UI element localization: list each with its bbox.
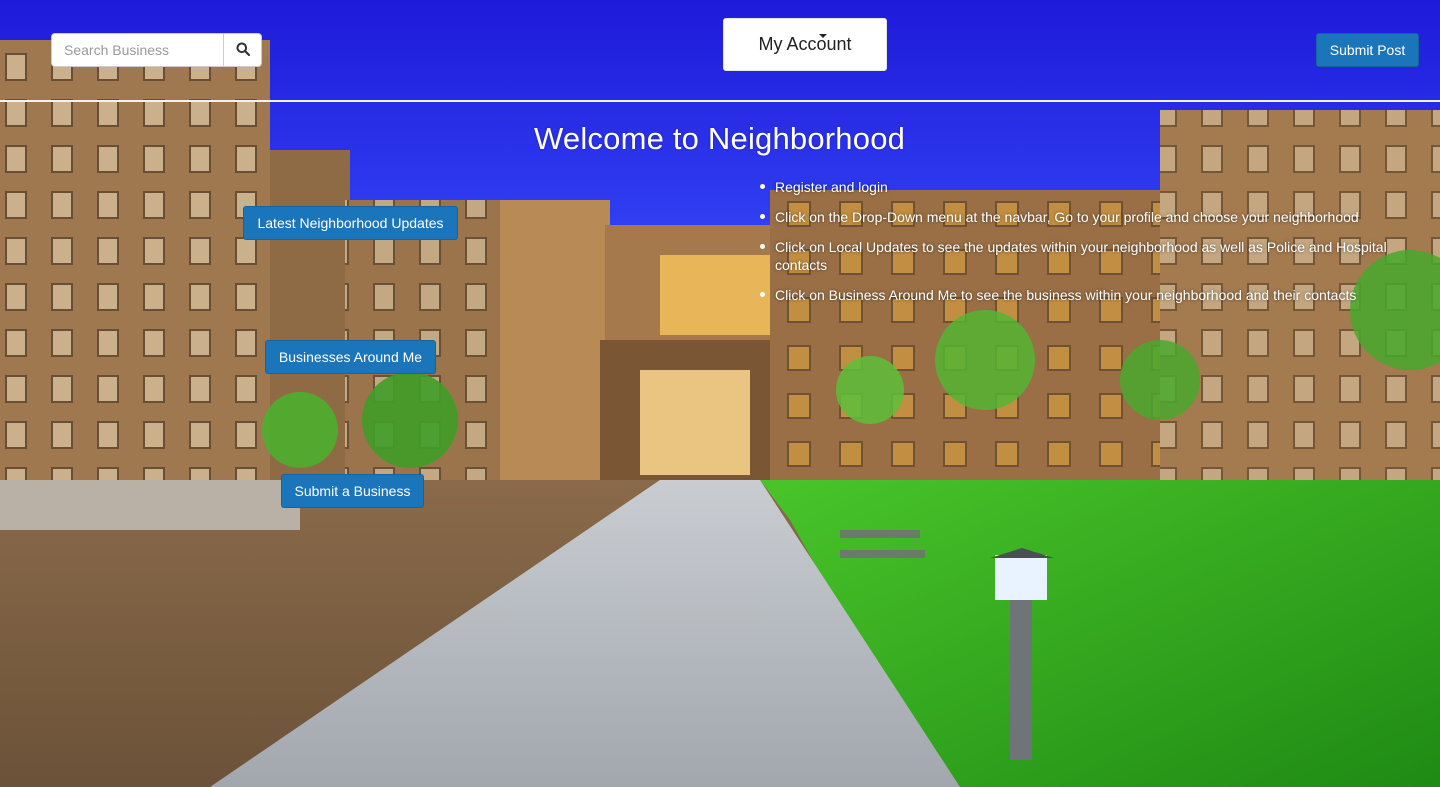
list-item: Click on the Drop-Down menu at the navba… <box>760 208 1425 226</box>
list-item: Click on Business Around Me to see the b… <box>760 286 1425 304</box>
latest-neighborhood-updates-button[interactable]: Latest Neighborhood Updates <box>243 206 458 240</box>
page-title: Welcome to Neighborhood <box>534 121 906 156</box>
search-input[interactable] <box>51 33 223 67</box>
businesses-around-me-button[interactable]: Businesses Around Me <box>265 340 436 374</box>
instructions-list: Register and login Click on the Drop-Dow… <box>760 178 1425 316</box>
submit-post-button[interactable]: Submit Post <box>1316 33 1419 67</box>
my-account-label: My Account <box>758 34 852 54</box>
list-item: Register and login <box>760 178 1425 196</box>
submit-a-business-button[interactable]: Submit a Business <box>281 474 424 508</box>
navbar: My Account Submit Post <box>0 0 1440 102</box>
list-item: Click on Local Updates to see the update… <box>760 238 1425 274</box>
search-icon <box>236 42 250 59</box>
background-image <box>0 0 1440 787</box>
chevron-down-icon <box>819 34 827 38</box>
my-account-dropdown-button[interactable]: My Account <box>723 18 887 71</box>
search-button[interactable] <box>223 33 262 67</box>
search-group <box>51 33 262 67</box>
